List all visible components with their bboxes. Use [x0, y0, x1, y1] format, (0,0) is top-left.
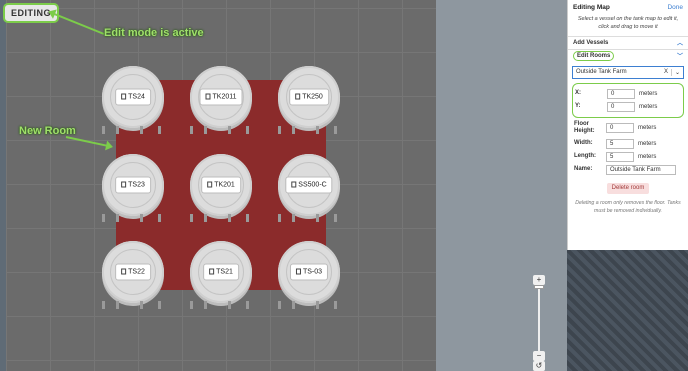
- tank-label[interactable]: TS21: [203, 263, 239, 281]
- edit-panel: Editing Map Done Select a vessel on the …: [567, 0, 688, 250]
- room-select[interactable]: Outside Tank Farm X ⌄: [572, 65, 684, 79]
- name-input[interactable]: Outside Tank Farm: [606, 165, 676, 176]
- zoom-control[interactable]: + − ↺: [533, 275, 545, 371]
- tank-label[interactable]: TS22: [115, 263, 151, 281]
- name-field: Name: Outside Tank Farm: [574, 165, 682, 176]
- tank-name: SS500-C: [298, 181, 327, 189]
- zoom-reset-button[interactable]: ↺: [533, 361, 545, 371]
- edit-rooms-label: Edit Rooms: [573, 50, 615, 61]
- x-field: X: 0 meters: [575, 88, 681, 99]
- add-vessels-label: Add Vessels: [573, 39, 609, 46]
- tank-vessel[interactable]: TS24: [102, 66, 164, 134]
- tank-name: TS24: [128, 93, 145, 101]
- length-unit: meters: [638, 154, 657, 161]
- done-button[interactable]: Done: [667, 4, 683, 11]
- tank-vessel[interactable]: TK201: [190, 154, 252, 222]
- tank-label[interactable]: TK201: [201, 176, 241, 194]
- tank-legs: [186, 212, 256, 222]
- tank-vessel[interactable]: SS500-C: [278, 154, 340, 222]
- add-vessels-section[interactable]: Add Vessels ︿: [568, 35, 688, 49]
- dropdown-icon[interactable]: ⌄: [671, 68, 683, 76]
- zoom-track[interactable]: [538, 289, 540, 354]
- chevron-down-icon: ﹀: [676, 54, 683, 60]
- tank-label[interactable]: TS24: [115, 88, 151, 106]
- tank-label[interactable]: TS-03: [289, 263, 329, 281]
- x-input[interactable]: 0: [607, 88, 635, 99]
- tank-icon: [121, 93, 127, 100]
- length-input[interactable]: 5: [606, 152, 634, 163]
- y-label: Y:: [575, 102, 581, 109]
- tank-legs: [186, 299, 256, 309]
- tank-name: TS21: [216, 268, 233, 276]
- position-group: X: 0 meters Y: 0 meters: [572, 82, 684, 118]
- tank-icon: [121, 181, 127, 188]
- tank-icon: [209, 268, 215, 275]
- length-field: Length: 5 meters: [574, 152, 682, 163]
- width-unit: meters: [638, 141, 657, 148]
- floor-height-field: Floor Height: 0 meters: [574, 121, 682, 137]
- x-unit: meters: [639, 90, 658, 97]
- x-label: X:: [575, 89, 581, 96]
- tank-legs: [186, 124, 256, 134]
- tank-name: TS22: [128, 268, 145, 276]
- y-field: Y: 0 meters: [575, 101, 681, 112]
- delete-room-button[interactable]: Delete room: [607, 183, 649, 195]
- tank-legs: [98, 212, 168, 222]
- tank-vessel[interactable]: TK250: [278, 66, 340, 134]
- width-input[interactable]: 5: [606, 139, 634, 150]
- tank-label[interactable]: TK2011: [199, 88, 243, 106]
- tank-label[interactable]: TS23: [115, 176, 151, 194]
- annotation-new-room: New Room: [19, 125, 76, 137]
- tank-legs: [98, 124, 168, 134]
- floor-height-unit: meters: [638, 125, 657, 132]
- delete-note: Deleting a room only removes the floor. …: [575, 200, 681, 214]
- tank-map[interactable]: TS24 TK2011 TK250 TS23 TK201 SS500-C TS22 TS21 T…: [0, 0, 567, 371]
- panel-instructions: Select a vessel on the tank map to edit …: [577, 16, 679, 31]
- tank-icon: [295, 268, 301, 275]
- panel-background-hatch: [567, 250, 688, 371]
- y-unit: meters: [639, 103, 658, 110]
- width-label: Width:: [574, 140, 593, 147]
- tank-icon: [291, 181, 297, 188]
- floor-height-input[interactable]: 0: [606, 123, 634, 134]
- tank-name: TK250: [302, 93, 323, 101]
- width-field: Width: 5 meters: [574, 139, 682, 150]
- tank-name: TS-03: [302, 268, 323, 276]
- zoom-in-button[interactable]: +: [533, 275, 545, 285]
- tank-vessel[interactable]: TS22: [102, 241, 164, 309]
- edit-rooms-section[interactable]: Edit Rooms ﹀: [568, 48, 688, 62]
- tank-vessel[interactable]: TS-03: [278, 241, 340, 309]
- panel-title: Editing Map: [573, 4, 610, 11]
- room-select-value: Outside Tank Farm: [576, 69, 627, 75]
- zoom-out-button[interactable]: −: [533, 351, 545, 361]
- tank-name: TK201: [214, 181, 235, 189]
- tank-name: TK2011: [212, 93, 237, 101]
- tank-label[interactable]: SS500-C: [285, 176, 333, 194]
- tank-name: TS23: [128, 181, 145, 189]
- tank-legs: [274, 124, 344, 134]
- tank-icon: [207, 181, 213, 188]
- clear-icon[interactable]: X: [661, 69, 671, 75]
- length-label: Length:: [574, 153, 596, 160]
- tank-legs: [274, 299, 344, 309]
- tank-icon: [205, 93, 211, 100]
- map-right-area: [436, 0, 567, 371]
- name-label: Name:: [574, 166, 593, 173]
- tank-legs: [274, 212, 344, 222]
- tank-legs: [98, 299, 168, 309]
- tank-vessel[interactable]: TS23: [102, 154, 164, 222]
- chevron-up-icon: ︿: [676, 41, 683, 47]
- floor-height-label: Floor Height:: [574, 120, 595, 135]
- y-input[interactable]: 0: [607, 101, 635, 112]
- tank-vessel[interactable]: TK2011: [190, 66, 252, 134]
- tank-icon: [295, 93, 301, 100]
- tank-label[interactable]: TK250: [289, 88, 329, 106]
- tank-icon: [121, 268, 127, 275]
- annotation-edit-mode: Edit mode is active: [104, 27, 204, 39]
- tank-vessel[interactable]: TS21: [190, 241, 252, 309]
